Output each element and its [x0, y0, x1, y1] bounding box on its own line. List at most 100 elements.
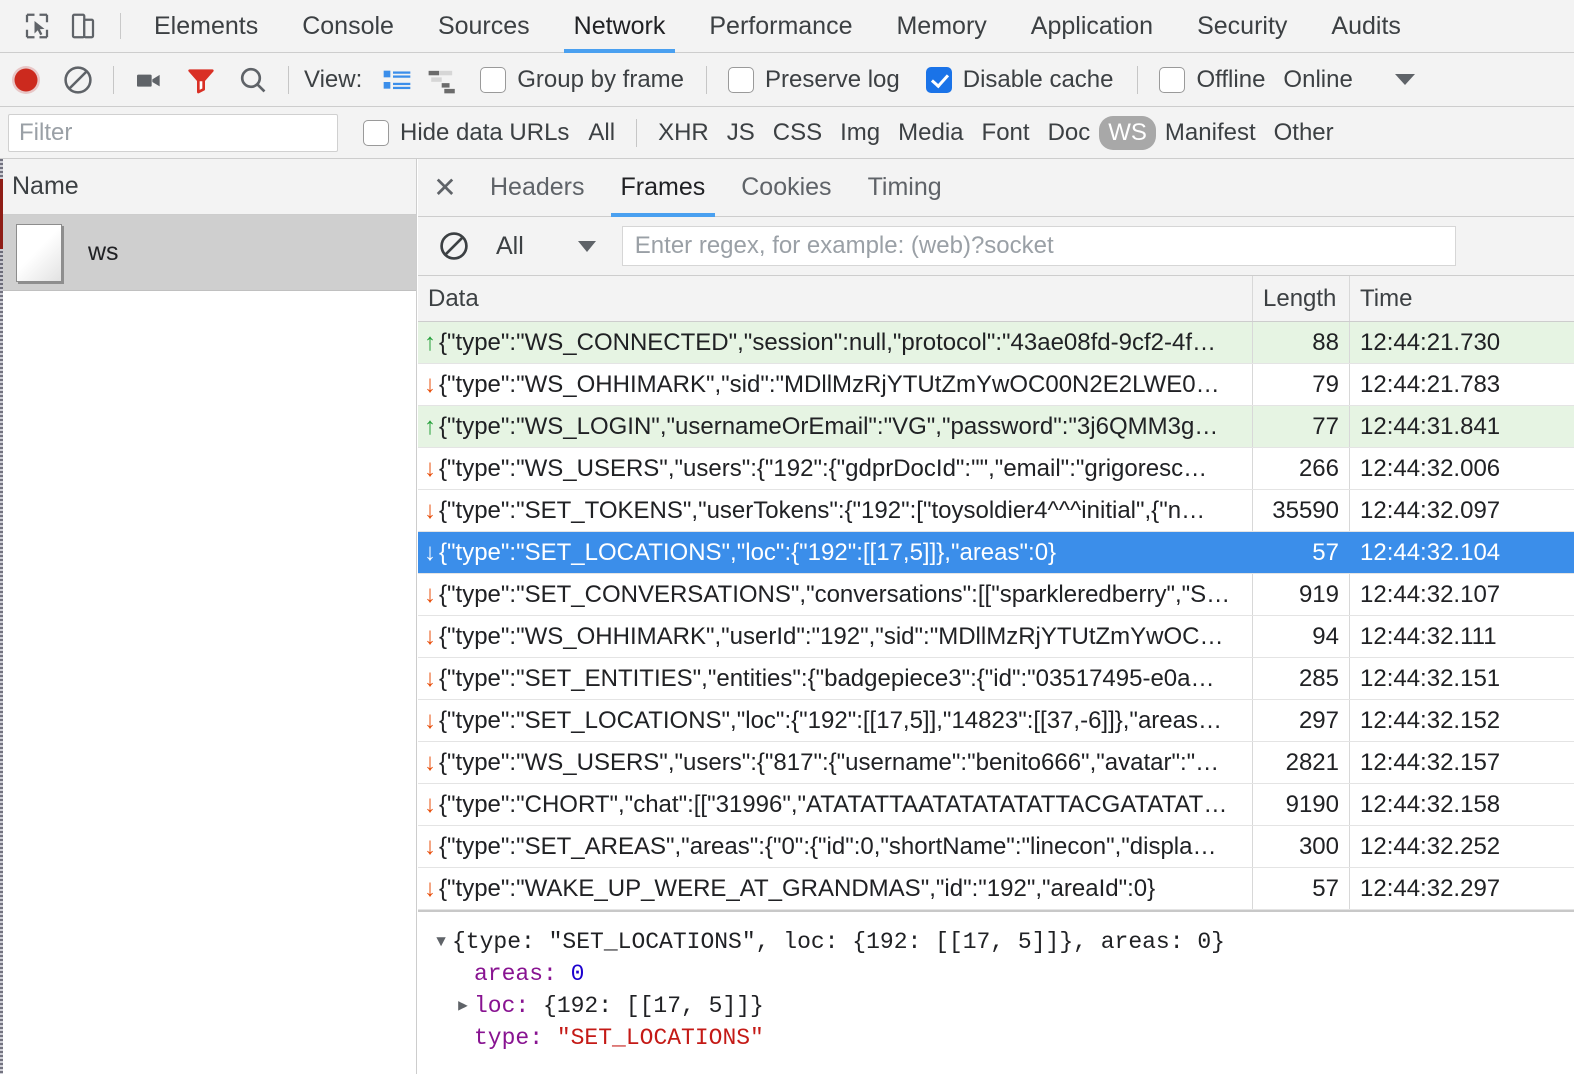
frame-data-text: {"type":"SET_TOKENS","userTokens":{"192"…: [439, 496, 1206, 524]
type-filter-js[interactable]: JS: [718, 116, 764, 150]
clear-button[interactable]: [52, 53, 104, 107]
checkbox-box: [728, 66, 754, 93]
offline-label: Offline: [1196, 65, 1266, 93]
close-icon[interactable]: ✕: [418, 159, 472, 217]
frames-table-row[interactable]: ↑ {"type":"WS_LOGIN","usernameOrEmail":"V…: [418, 406, 1574, 448]
detail-tab-bar: ✕ Headers Frames Cookies Timing: [418, 159, 1574, 217]
tab-elements[interactable]: Elements: [132, 0, 280, 53]
type-filter-xhr[interactable]: XHR: [649, 116, 718, 150]
disable-cache-checkbox[interactable]: Disable cache: [925, 66, 1113, 94]
inspect-element-icon[interactable]: [14, 0, 60, 53]
arrow-down-icon: ↓: [424, 538, 436, 566]
record-button[interactable]: [0, 53, 52, 107]
frame-data-cell: ↓ {"type":"SET_CONVERSATIONS","conversati…: [418, 574, 1253, 615]
tab-console[interactable]: Console: [280, 0, 416, 53]
request-row-ws[interactable]: ws: [0, 215, 416, 291]
frames-table-row[interactable]: ↓ {"type":"SET_CONVERSATIONS","conversati…: [418, 574, 1574, 616]
frame-data-text: {"type":"SET_CONVERSATIONS","conversatio…: [439, 580, 1231, 608]
tab-cookies[interactable]: Cookies: [723, 159, 849, 217]
type-filter-all[interactable]: All: [579, 116, 624, 150]
frame-length-cell: 57: [1253, 868, 1350, 909]
column-header-time[interactable]: Time: [1350, 276, 1574, 321]
type-filter-manifest[interactable]: Manifest: [1156, 116, 1265, 150]
frames-table-row[interactable]: ↓ {"type":"SET_TOKENS","userTokens":{"192…: [418, 490, 1574, 532]
frame-length-cell: 9190: [1253, 784, 1350, 825]
frame-detail-prop-loc[interactable]: ▶ loc: {192: [[17, 5]]}: [430, 990, 1574, 1022]
arrow-down-icon: ↓: [424, 664, 436, 692]
tab-network[interactable]: Network: [552, 0, 688, 53]
capture-screenshots-icon[interactable]: [123, 53, 175, 107]
frames-table-row[interactable]: ↓ {"type":"WS_OHHIMARK","sid":"MDllMzRjYT…: [418, 364, 1574, 406]
tab-security[interactable]: Security: [1175, 0, 1309, 53]
arrow-down-icon: ↓: [424, 580, 436, 608]
frames-table-row[interactable]: ↓ {"type":"SET_ENTITIES","entities":{"bad…: [418, 658, 1574, 700]
type-filter-img[interactable]: Img: [831, 116, 889, 150]
prop-name-areas: areas:: [474, 961, 571, 987]
column-header-length[interactable]: Length: [1253, 276, 1350, 321]
network-filter-bar: Filter Hide data URLs All XHR JS CSS Img…: [0, 107, 1574, 159]
frames-table-row[interactable]: ↓ {"type":"CHORT","chat":[["31996","ATATA…: [418, 784, 1574, 826]
frames-table-row[interactable]: ↑ {"type":"WS_CONNECTED","session":null,"…: [418, 322, 1574, 364]
tab-headers[interactable]: Headers: [472, 159, 603, 217]
filter-icon[interactable]: [175, 53, 227, 107]
type-filter-ws[interactable]: WS: [1099, 115, 1156, 150]
prop-name-type: type:: [474, 1025, 557, 1051]
collapse-triangle-icon[interactable]: ▼: [430, 926, 452, 958]
tab-memory[interactable]: Memory: [874, 0, 1008, 53]
tab-sources[interactable]: Sources: [416, 0, 552, 53]
frame-data-text: {"type":"WS_OHHIMARK","sid":"MDllMzRjYTU…: [439, 370, 1220, 398]
group-by-frame-checkbox[interactable]: Group by frame: [480, 66, 684, 94]
frames-table-row[interactable]: ↓ {"type":"WS_OHHIMARK","userId":"192","s…: [418, 616, 1574, 658]
frame-detail-summary[interactable]: ▼ {type: "SET_LOCATIONS", loc: {192: [[17…: [430, 926, 1574, 958]
column-header-data[interactable]: Data: [418, 276, 1253, 321]
type-filter-css[interactable]: CSS: [764, 116, 831, 150]
frame-length-cell: 266: [1253, 448, 1350, 489]
type-filter-media[interactable]: Media: [889, 116, 972, 150]
frames-table-row[interactable]: ↓ {"type":"SET_AREAS","areas":{"0":{"id":…: [418, 826, 1574, 868]
frame-length-cell: 297: [1253, 700, 1350, 741]
filter-input[interactable]: Filter: [8, 113, 338, 152]
frames-type-select[interactable]: All: [496, 232, 524, 261]
frame-data-text: {"type":"SET_ENTITIES","entities":{"badg…: [439, 664, 1215, 692]
chevron-down-icon[interactable]: [577, 240, 596, 252]
arrow-down-icon: ↓: [424, 790, 436, 818]
request-name: ws: [88, 238, 119, 266]
tab-timing[interactable]: Timing: [850, 159, 960, 217]
waterfall-view-icon[interactable]: [420, 53, 466, 107]
arrow-down-icon: ↓: [424, 832, 436, 860]
frames-table: Data Length Time ↑ {"type":"WS_CONNECTED"…: [418, 276, 1574, 910]
offline-checkbox[interactable]: Offline: [1159, 66, 1265, 94]
expand-triangle-icon[interactable]: ▶: [452, 990, 474, 1022]
device-toolbar-icon[interactable]: [60, 0, 106, 53]
frame-length-cell: 2821: [1253, 742, 1350, 783]
frames-table-row[interactable]: ↓ {"type":"SET_LOCATIONS","loc":{"192":[[…: [418, 700, 1574, 742]
frames-table-row[interactable]: ↓ {"type":"WS_USERS","users":{"192":{"gdp…: [418, 448, 1574, 490]
frames-regex-input[interactable]: Enter regex, for example: (web)?socket: [621, 226, 1456, 266]
throttling-value[interactable]: Online: [1283, 66, 1352, 94]
tab-performance[interactable]: Performance: [687, 0, 874, 53]
frame-data-cell: ↑ {"type":"WS_CONNECTED","session":null,"…: [418, 322, 1253, 363]
chevron-down-icon[interactable]: [1394, 74, 1415, 85]
toolbar-divider: [706, 65, 707, 94]
view-label: View:: [304, 65, 363, 93]
summary-rest: , loc: {192: [[17, 5]]}, areas: 0}: [755, 929, 1225, 955]
list-view-icon[interactable]: [374, 53, 420, 107]
frame-length-cell: 300: [1253, 826, 1350, 867]
frame-detail-pane: ▼ {type: "SET_LOCATIONS", loc: {192: [[17…: [418, 910, 1574, 1054]
frames-table-row[interactable]: ↓ {"type":"WS_USERS","users":{"817":{"use…: [418, 742, 1574, 784]
tab-application[interactable]: Application: [1009, 0, 1175, 53]
frames-table-row[interactable]: ↓ {"type":"SET_LOCATIONS","loc":{"192":[[…: [418, 532, 1574, 574]
checkbox-box: [925, 66, 952, 93]
search-icon[interactable]: [227, 53, 279, 107]
tab-frames[interactable]: Frames: [603, 159, 724, 217]
frames-table-row[interactable]: ↓ {"type":"WAKE_UP_WERE_AT_GRANDMAS","id"…: [418, 868, 1574, 910]
requests-column-header-name[interactable]: Name: [0, 159, 416, 215]
preserve-log-checkbox[interactable]: Preserve log: [728, 66, 900, 94]
tab-audits[interactable]: Audits: [1309, 0, 1422, 53]
hide-data-urls-checkbox[interactable]: Hide data URLs: [363, 119, 569, 147]
type-filter-font[interactable]: Font: [973, 116, 1039, 150]
clear-frames-icon[interactable]: [434, 217, 474, 276]
type-filter-doc[interactable]: Doc: [1039, 116, 1100, 150]
frame-data-text: {"type":"SET_LOCATIONS","loc":{"192":[[1…: [439, 538, 1057, 566]
type-filter-other[interactable]: Other: [1265, 116, 1343, 150]
